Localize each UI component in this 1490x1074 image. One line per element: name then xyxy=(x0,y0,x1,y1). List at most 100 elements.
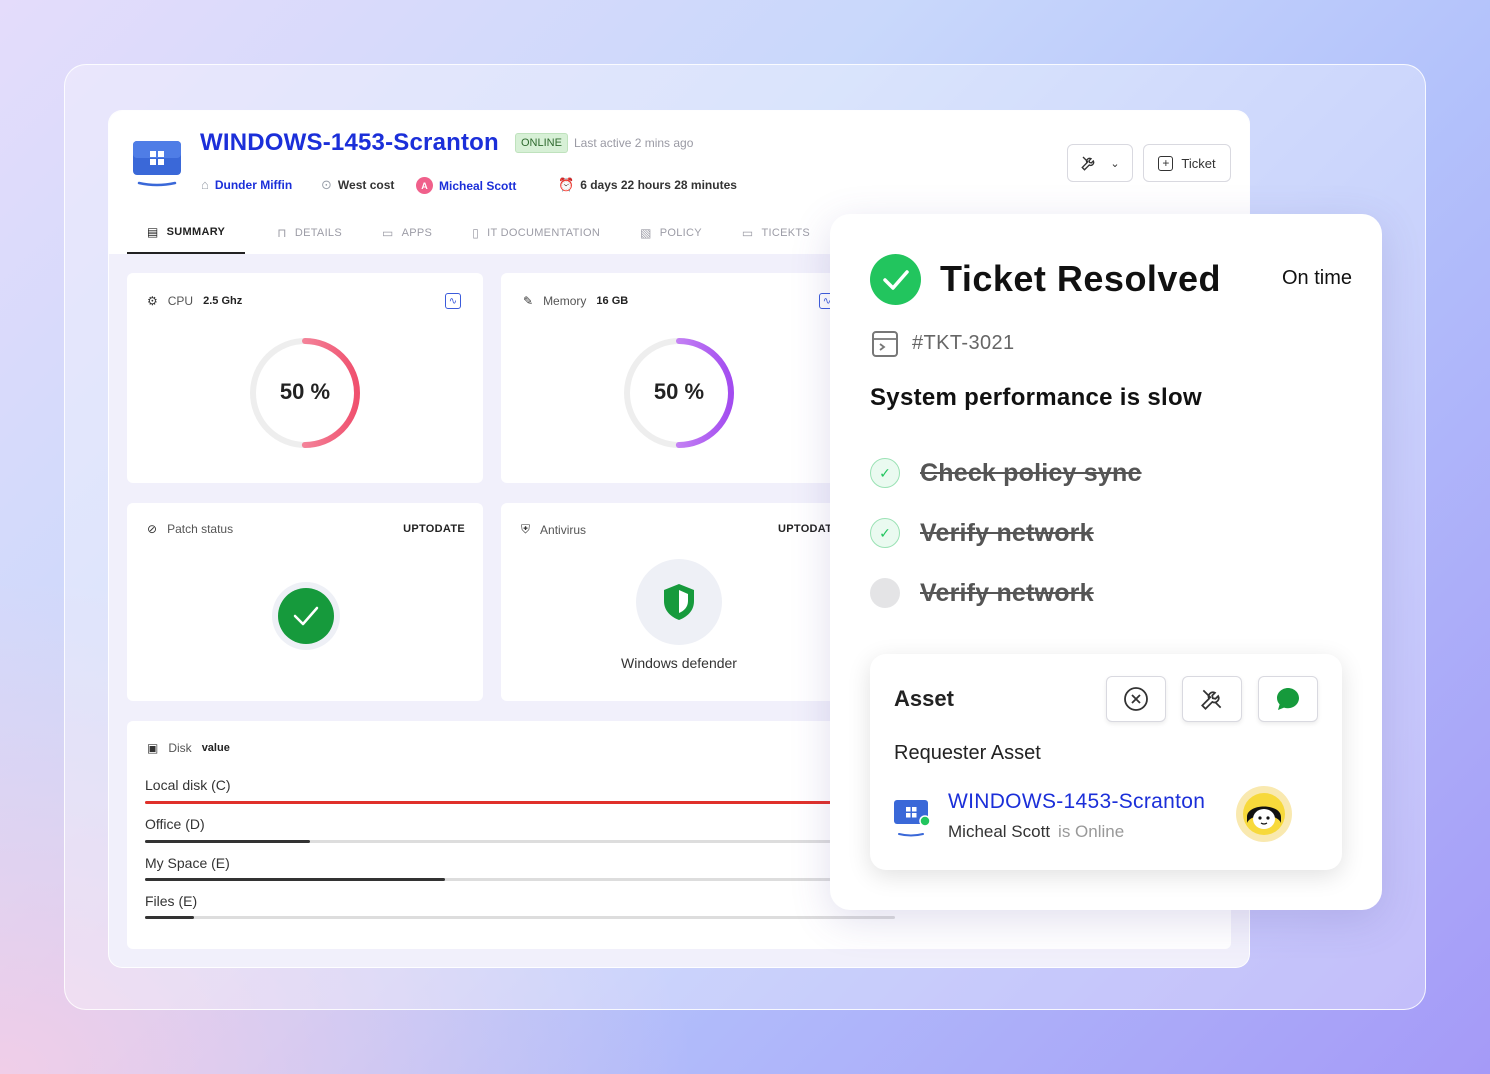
summary-icon: ▤ xyxy=(147,224,159,239)
close-asset-button[interactable] xyxy=(1106,676,1166,722)
building-icon: ⌂ xyxy=(201,177,209,192)
memory-card: ✎ Memory 16 GB ∿ 50 % xyxy=(501,273,857,483)
patch-card: ⊘ Patch status UPTODATE xyxy=(127,503,483,701)
device-title: WINDOWS-1453-Scranton xyxy=(200,129,499,156)
asset-card: Asset Requester Asset WINDOWS-1453-Scran… xyxy=(870,654,1342,870)
location-meta: ⊙ West cost xyxy=(321,177,394,193)
disk-bar xyxy=(145,878,895,881)
disk-name: Local disk (C) xyxy=(145,777,231,793)
task-item[interactable]: ✓ Verify network xyxy=(870,518,1094,548)
tools-dropdown-button[interactable]: ⌄ xyxy=(1067,144,1133,182)
tickets-icon: ▭ xyxy=(741,225,754,240)
task-text: Check policy sync xyxy=(920,458,1142,487)
tab-label: TICEKTS xyxy=(761,226,811,239)
tools-icon xyxy=(1201,689,1222,710)
terminal-icon xyxy=(872,331,898,357)
patch-label: Patch status xyxy=(167,522,234,536)
tab-apps[interactable]: ▭ APPS xyxy=(362,211,452,254)
disk-label: Disk xyxy=(168,741,192,755)
asset-tools-button[interactable] xyxy=(1182,676,1242,722)
user-meta[interactable]: A Micheal Scott xyxy=(416,177,516,194)
antivirus-product: Windows defender xyxy=(621,655,737,671)
cpu-percent: 50 % xyxy=(279,379,331,404)
shield-icon xyxy=(636,559,722,645)
asset-chat-button[interactable] xyxy=(1258,676,1318,722)
activity-chart-icon[interactable]: ∿ xyxy=(445,293,461,309)
tab-summary[interactable]: ▤ SUMMARY xyxy=(127,211,246,254)
doc-icon: ▯ xyxy=(472,225,480,240)
disk-bar-fill xyxy=(145,878,445,881)
disk-bar xyxy=(145,840,895,843)
ticket-timing: On time xyxy=(1281,267,1352,289)
windows-monitor-icon xyxy=(133,141,181,187)
asset-device-link[interactable]: WINDOWS-1453-Scranton xyxy=(948,790,1205,814)
windows-monitor-icon xyxy=(894,800,931,837)
antivirus-card: ⛨ Antivirus UPTODAT Windows defender xyxy=(501,503,857,701)
task-text: Verify network xyxy=(920,578,1094,607)
ticket-issue: System performance is slow xyxy=(870,384,1202,411)
status-badge: ONLINE xyxy=(515,133,568,153)
create-ticket-button[interactable]: + Ticket xyxy=(1143,144,1231,182)
memory-value: 16 GB xyxy=(596,295,629,307)
disk-bar-fill xyxy=(145,840,310,843)
memory-label: Memory xyxy=(543,294,587,308)
tools-icon xyxy=(1081,156,1095,171)
asset-user-line: Micheal Scott is Online xyxy=(948,822,1124,842)
tab-details[interactable]: ⊓ DETAILS xyxy=(245,211,362,254)
disk-name: Office (D) xyxy=(145,816,205,832)
task-text: Verify network xyxy=(920,518,1094,547)
antivirus-label-row: ⛨ Antivirus xyxy=(521,522,586,537)
task-item[interactable]: Verify network xyxy=(870,578,1094,608)
user-link[interactable]: Micheal Scott xyxy=(439,179,516,193)
tab-label: SUMMARY xyxy=(166,225,226,238)
chat-bubble-icon xyxy=(1277,688,1299,710)
patch-status: UPTODATE xyxy=(403,523,465,535)
cpu-label-row: ⚙ CPU 2.5 Ghz xyxy=(147,294,242,308)
chevron-down-icon: ⌄ xyxy=(1110,157,1120,170)
task-item[interactable]: ✓ Check policy sync xyxy=(870,458,1142,488)
last-active-text: Last active 2 mins ago xyxy=(574,136,694,150)
antivirus-label: Antivirus xyxy=(540,522,587,537)
tab-label: IT DOCUMENTATION xyxy=(487,226,601,239)
tab-label: APPS xyxy=(401,226,433,239)
asset-presence: is Online xyxy=(1058,822,1125,841)
tab-tickets[interactable]: ▭ TICEKTS xyxy=(722,211,830,254)
ticket-resolved-card: Ticket Resolved On time #TKT-3021 System… xyxy=(830,214,1382,910)
org-meta[interactable]: ⌂ Dunder Miffin xyxy=(201,177,292,192)
memory-percent: 50 % xyxy=(653,379,705,404)
disk-bar xyxy=(145,916,895,919)
alarm-clock-icon: ⏰ xyxy=(558,177,575,192)
tab-it-documentation[interactable]: ▯ IT DOCUMENTATION xyxy=(452,211,620,254)
chip-icon: ⚙ xyxy=(147,294,158,308)
disk-name: Files (E) xyxy=(145,893,198,909)
patch-label-row: ⊘ Patch status xyxy=(147,522,233,536)
ram-icon: ✎ xyxy=(523,294,534,308)
cpu-card: ⚙ CPU 2.5 Ghz ∿ 50 % xyxy=(127,273,483,483)
device-tabs: ▤ SUMMARY ⊓ DETAILS ▭ APPS ▯ IT DOCUMENT… xyxy=(127,211,830,254)
close-circle-icon xyxy=(1124,687,1148,711)
disk-icon: ▣ xyxy=(147,741,159,755)
org-link[interactable]: Dunder Miffin xyxy=(215,178,292,192)
task-pending-circle-icon xyxy=(870,578,900,608)
disk-bar-fill xyxy=(145,801,858,804)
ticket-status-title: Ticket Resolved xyxy=(940,258,1221,299)
ticket-button-label: Ticket xyxy=(1181,155,1216,171)
details-icon: ⊓ xyxy=(277,225,287,240)
ticket-id[interactable]: #TKT-3021 xyxy=(912,332,1015,355)
requester-asset-heading: Requester Asset xyxy=(894,742,1041,764)
avatar xyxy=(1236,786,1292,842)
disk-value: value xyxy=(201,742,230,754)
tab-policy[interactable]: ▧ POLICY xyxy=(620,211,722,254)
shield-small-icon: ⛨ xyxy=(521,522,531,536)
uptime-text: 6 days 22 hours 28 minutes xyxy=(580,178,737,192)
patch-icon: ⊘ xyxy=(147,522,158,536)
asset-user-name: Micheal Scott xyxy=(948,822,1051,841)
task-done-check-icon: ✓ xyxy=(870,458,900,488)
disk-label-row: ▣ Disk value xyxy=(147,741,230,755)
uptime-meta: ⏰ 6 days 22 hours 28 minutes xyxy=(558,177,737,193)
tab-label: DETAILS xyxy=(294,226,342,239)
tab-label: POLICY xyxy=(659,226,702,239)
disk-bar-fill xyxy=(145,916,194,919)
cpu-label: CPU xyxy=(167,294,194,308)
patch-ok-icon xyxy=(272,582,340,650)
